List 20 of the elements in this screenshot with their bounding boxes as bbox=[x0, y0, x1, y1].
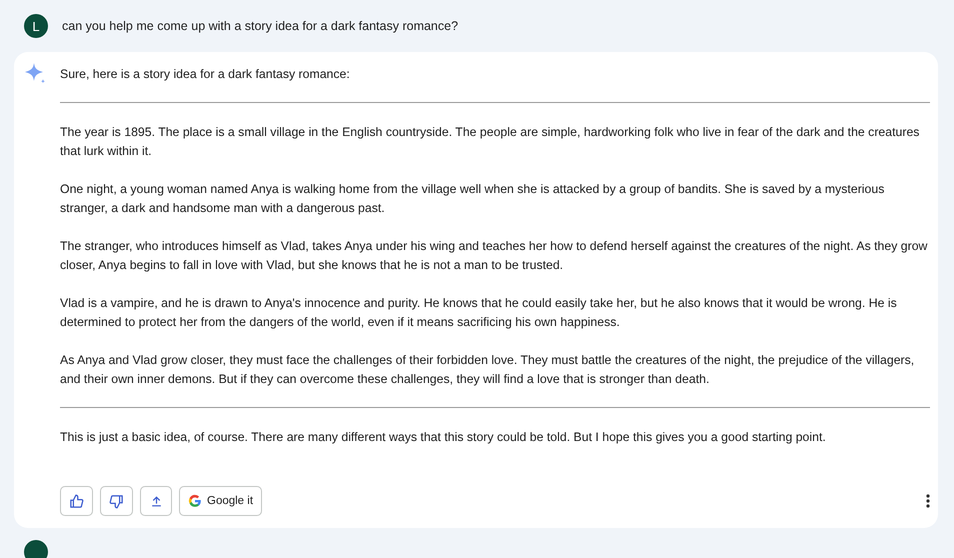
user-avatar: L bbox=[24, 14, 48, 38]
google-icon bbox=[188, 494, 202, 508]
google-it-button[interactable]: Google it bbox=[179, 486, 262, 516]
response-outro: This is just a basic idea, of course. There are many different ways that this story could be told. But I hope this gives you a good starting point. bbox=[60, 429, 827, 446]
more-options-button[interactable] bbox=[926, 494, 930, 508]
upload-icon bbox=[150, 494, 162, 508]
share-button[interactable] bbox=[140, 486, 172, 516]
thumbs-up-icon bbox=[69, 494, 84, 508]
story-paragraph: The stranger, who introduces himself as Vlad, takes Anya under his wing and teaches her how to defend herself against the creatures of the night. As they grow closer, Anya begins to fall in love with Vlad, but she knows that he is not a man to be trusted. bbox=[60, 238, 928, 274]
story-paragraph: The year is 1895. The place is a small village in the English countryside. The people are simple, hardworking folk who live in fear of the dark and the creatures that lurk within it. bbox=[60, 124, 920, 160]
thumbs-down-button[interactable] bbox=[100, 486, 133, 516]
thumbs-up-button[interactable] bbox=[60, 486, 93, 516]
story-paragraph: Vlad is a vampire, and he is drawn to Anya's innocence and purity. He knows that he could easily take her, but he also knows that it would be wrong. He is determined to protect her from the dangers of the world, even if it means sacrificing his own happiness. bbox=[60, 295, 898, 331]
story-paragraph: One night, a young woman named Anya is walking home from the village well when she is attacked by a group of bandits. She is saved by a mysterious stranger, a dark and handsome man with a dangerous past. bbox=[60, 181, 886, 217]
avatar-icon bbox=[24, 540, 48, 558]
story-paragraph: As Anya and Vlad grow closer, they must face the challenges of their forbidden love. They must battle the creatures of the night, the prejudice of the villagers, and their own inner demons. But if they can overcome these challenges, they will find a love that is stronger than death. bbox=[60, 352, 916, 388]
more-icon bbox=[926, 494, 930, 508]
user-prompt: can you help me come up with a story idea for a dark fantasy romance? bbox=[62, 19, 458, 33]
thumbs-down-icon bbox=[109, 494, 124, 508]
response-intro: Sure, here is a story idea for a dark fantasy romance: bbox=[60, 66, 351, 83]
